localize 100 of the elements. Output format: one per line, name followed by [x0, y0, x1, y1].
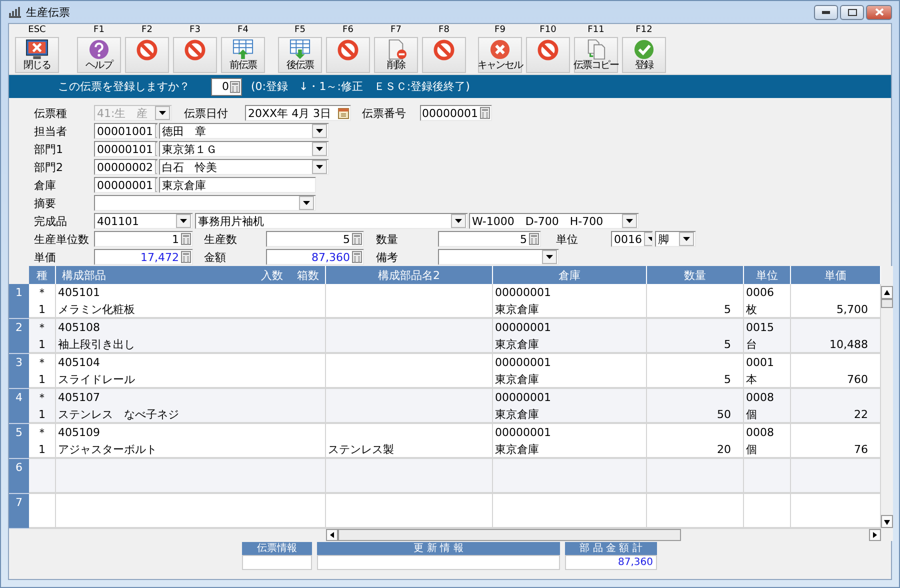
cell-text: 1	[38, 338, 46, 350]
field-label: 伝票番号	[362, 106, 407, 120]
calculator-icon[interactable]	[181, 233, 191, 245]
cell-text: 76	[853, 442, 869, 456]
dropdown-field[interactable]: 0016	[611, 231, 653, 247]
toolbar-button[interactable]	[326, 37, 370, 73]
number-field[interactable]: 5	[438, 231, 541, 247]
dropdown-field[interactable]: 00000001	[94, 177, 158, 193]
dropdown-button[interactable]	[542, 250, 557, 264]
calculator-icon[interactable]	[181, 251, 191, 263]
dropdown-field[interactable]	[438, 249, 559, 265]
toolbar-button[interactable]	[125, 37, 169, 73]
table-up-arrow-icon	[230, 39, 256, 60]
dropdown-button[interactable]	[312, 160, 327, 174]
row-number[interactable]: 6	[9, 459, 29, 494]
cell-text: 405101	[57, 286, 101, 299]
cell-text: 東京倉庫	[494, 442, 540, 456]
toolbar-button[interactable]	[422, 37, 466, 73]
monitor-close-icon	[24, 39, 50, 60]
prohibited-icon	[335, 39, 361, 61]
caret-icon	[316, 165, 323, 169]
dropdown-field[interactable]: 401101	[94, 213, 193, 229]
toolbar-button[interactable]: 後伝票	[278, 37, 322, 73]
toolbar-button[interactable]	[526, 37, 570, 73]
cell-text: スライドレール	[57, 372, 136, 386]
toolbar-button[interactable]	[173, 37, 217, 73]
calculator-icon[interactable]	[480, 107, 490, 119]
caret-icon	[316, 129, 323, 133]
row-number[interactable]: 4	[9, 389, 29, 424]
dropdown-field[interactable]: 00000101	[94, 141, 158, 157]
number-field[interactable]: 00000001	[420, 105, 492, 121]
toolbar-button[interactable]: キャンセル	[478, 37, 522, 73]
toolbar-button[interactable]: 削除	[374, 37, 418, 73]
close-button[interactable]	[866, 4, 892, 20]
cell-text: 10,488	[828, 338, 869, 350]
dropdown-field[interactable]: 徳田 章	[159, 123, 329, 139]
cell-text: 0015	[745, 321, 775, 334]
function-key-label: ESC	[28, 24, 46, 37]
cell-text: 405109	[57, 426, 101, 439]
dropdown-field[interactable]: 白石 怜美	[159, 159, 329, 175]
calculator-icon[interactable]	[352, 251, 362, 263]
row-number[interactable]: 3	[9, 354, 29, 389]
row-number[interactable]: 7	[9, 494, 29, 529]
cell-text: 1	[38, 442, 46, 456]
horizontal-scrollbar[interactable]	[326, 529, 893, 541]
toolbar-button[interactable]: 登録	[622, 37, 666, 73]
cell-text: 50	[716, 408, 732, 420]
calculator-icon[interactable]	[352, 233, 362, 245]
cell-text: ＊	[36, 320, 48, 335]
dropdown-field[interactable]: 脚	[655, 231, 696, 247]
app-icon	[8, 6, 22, 18]
function-key-label: F8	[438, 24, 450, 37]
toolbar-button[interactable]: 前伝票	[221, 37, 265, 73]
maximize-button[interactable]	[840, 4, 864, 20]
cell-text: 個	[745, 406, 758, 422]
dropdown-button[interactable]	[451, 214, 466, 228]
dropdown-field[interactable]: 事務用片袖机	[195, 213, 468, 229]
number-field[interactable]: 17,472	[94, 249, 193, 265]
row-number[interactable]: 5	[9, 424, 29, 459]
column-header: 数量	[647, 266, 744, 284]
toolbar-button[interactable]: 閉じる	[15, 37, 59, 73]
calendar-icon[interactable]	[338, 107, 349, 119]
text-field[interactable]: 東京倉庫	[159, 177, 316, 193]
dropdown-button[interactable]	[622, 214, 637, 228]
dropdown-button[interactable]	[299, 196, 314, 210]
number-field[interactable]: 1	[94, 231, 193, 247]
field-label: 部門1	[34, 142, 64, 156]
function-key-label: F4	[238, 24, 248, 37]
vertical-scrollbar[interactable]	[881, 284, 893, 529]
cell-text: 袖上段引き出し	[57, 336, 136, 352]
row-number[interactable]: 1	[9, 284, 29, 319]
minimize-button[interactable]	[814, 4, 838, 20]
caret-icon	[159, 111, 166, 115]
cell-text: 1	[38, 408, 46, 420]
dropdown-field[interactable]: 00001001	[94, 123, 158, 139]
cell-text: 00000001	[494, 356, 552, 369]
table-cell	[29, 494, 56, 529]
calculator-icon[interactable]	[529, 233, 539, 245]
cell-text: 枚	[745, 302, 758, 316]
toolbar-button[interactable]: ヘルプ	[77, 37, 121, 73]
field-label: 単位	[556, 232, 579, 246]
cell-text: 00000001	[494, 391, 552, 404]
dropdown-button[interactable]	[176, 214, 191, 228]
dropdown-button[interactable]	[312, 124, 327, 138]
number-field[interactable]: 87,360	[266, 249, 364, 265]
field-label: 部門2	[34, 160, 64, 174]
answer-field[interactable]: 0	[211, 78, 242, 96]
number-field[interactable]: 5	[266, 231, 364, 247]
dropdown-button[interactable]	[679, 232, 694, 246]
dropdown-field[interactable]	[94, 195, 316, 211]
caret-icon	[316, 147, 323, 151]
caret-icon	[683, 237, 690, 241]
dropdown-field[interactable]: 00000002	[94, 159, 158, 175]
toolbar-button[interactable]: 伝票コピー	[574, 37, 618, 73]
dropdown-field[interactable]: 東京第１Ｇ	[159, 141, 329, 157]
row-number[interactable]: 2	[9, 319, 29, 354]
date-field[interactable]: 20XX年 4月 3日	[245, 105, 351, 121]
calculator-icon[interactable]	[230, 80, 240, 92]
dropdown-field[interactable]: W-1000 D-700 H-700	[469, 213, 639, 229]
dropdown-button[interactable]	[312, 142, 327, 156]
